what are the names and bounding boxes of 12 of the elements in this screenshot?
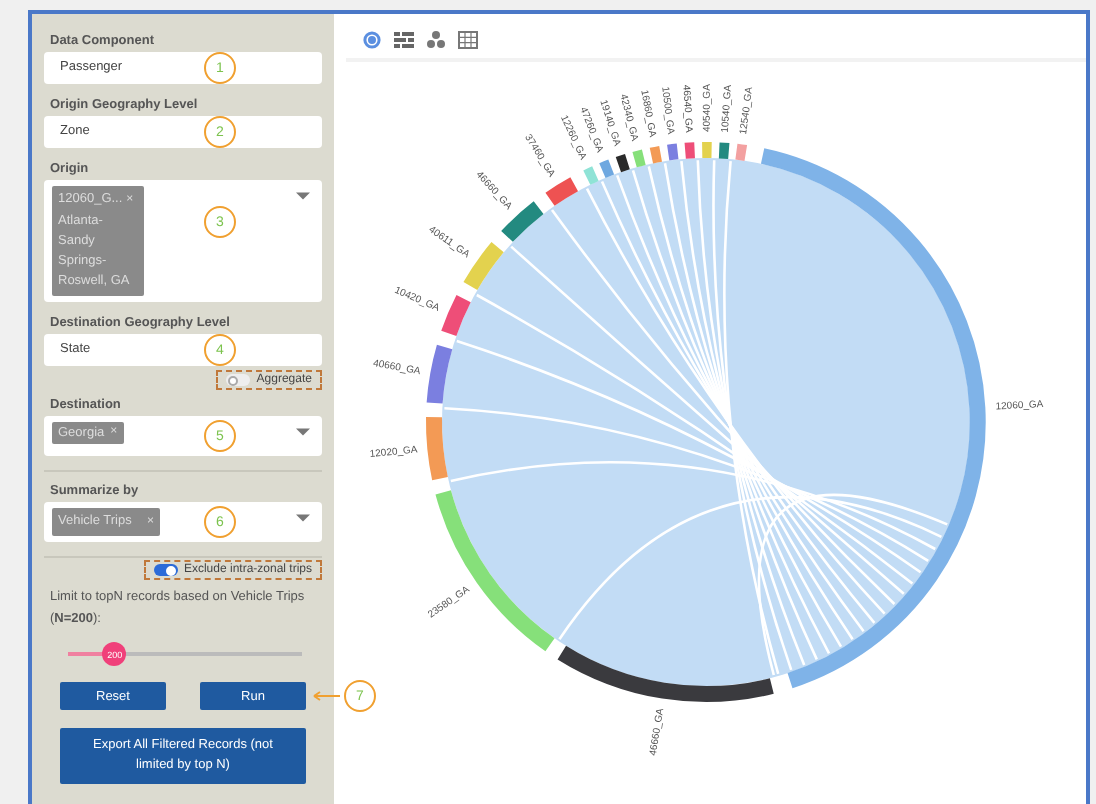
exclude-toggle[interactable]: [153, 564, 178, 576]
chord-view-icon[interactable]: [362, 30, 382, 50]
caret-icon[interactable]: [296, 192, 310, 200]
caret-icon[interactable]: [296, 514, 310, 522]
chord-arc[interactable]: [557, 645, 774, 702]
chord-arc[interactable]: [615, 153, 630, 173]
table-view-icon[interactable]: [458, 30, 478, 50]
aggregate-toggle[interactable]: [226, 374, 251, 386]
caret-icon[interactable]: [296, 428, 310, 436]
matrix-view-icon[interactable]: [394, 30, 414, 50]
network-view-icon[interactable]: [426, 30, 446, 50]
pointer-arrow: [312, 690, 340, 702]
